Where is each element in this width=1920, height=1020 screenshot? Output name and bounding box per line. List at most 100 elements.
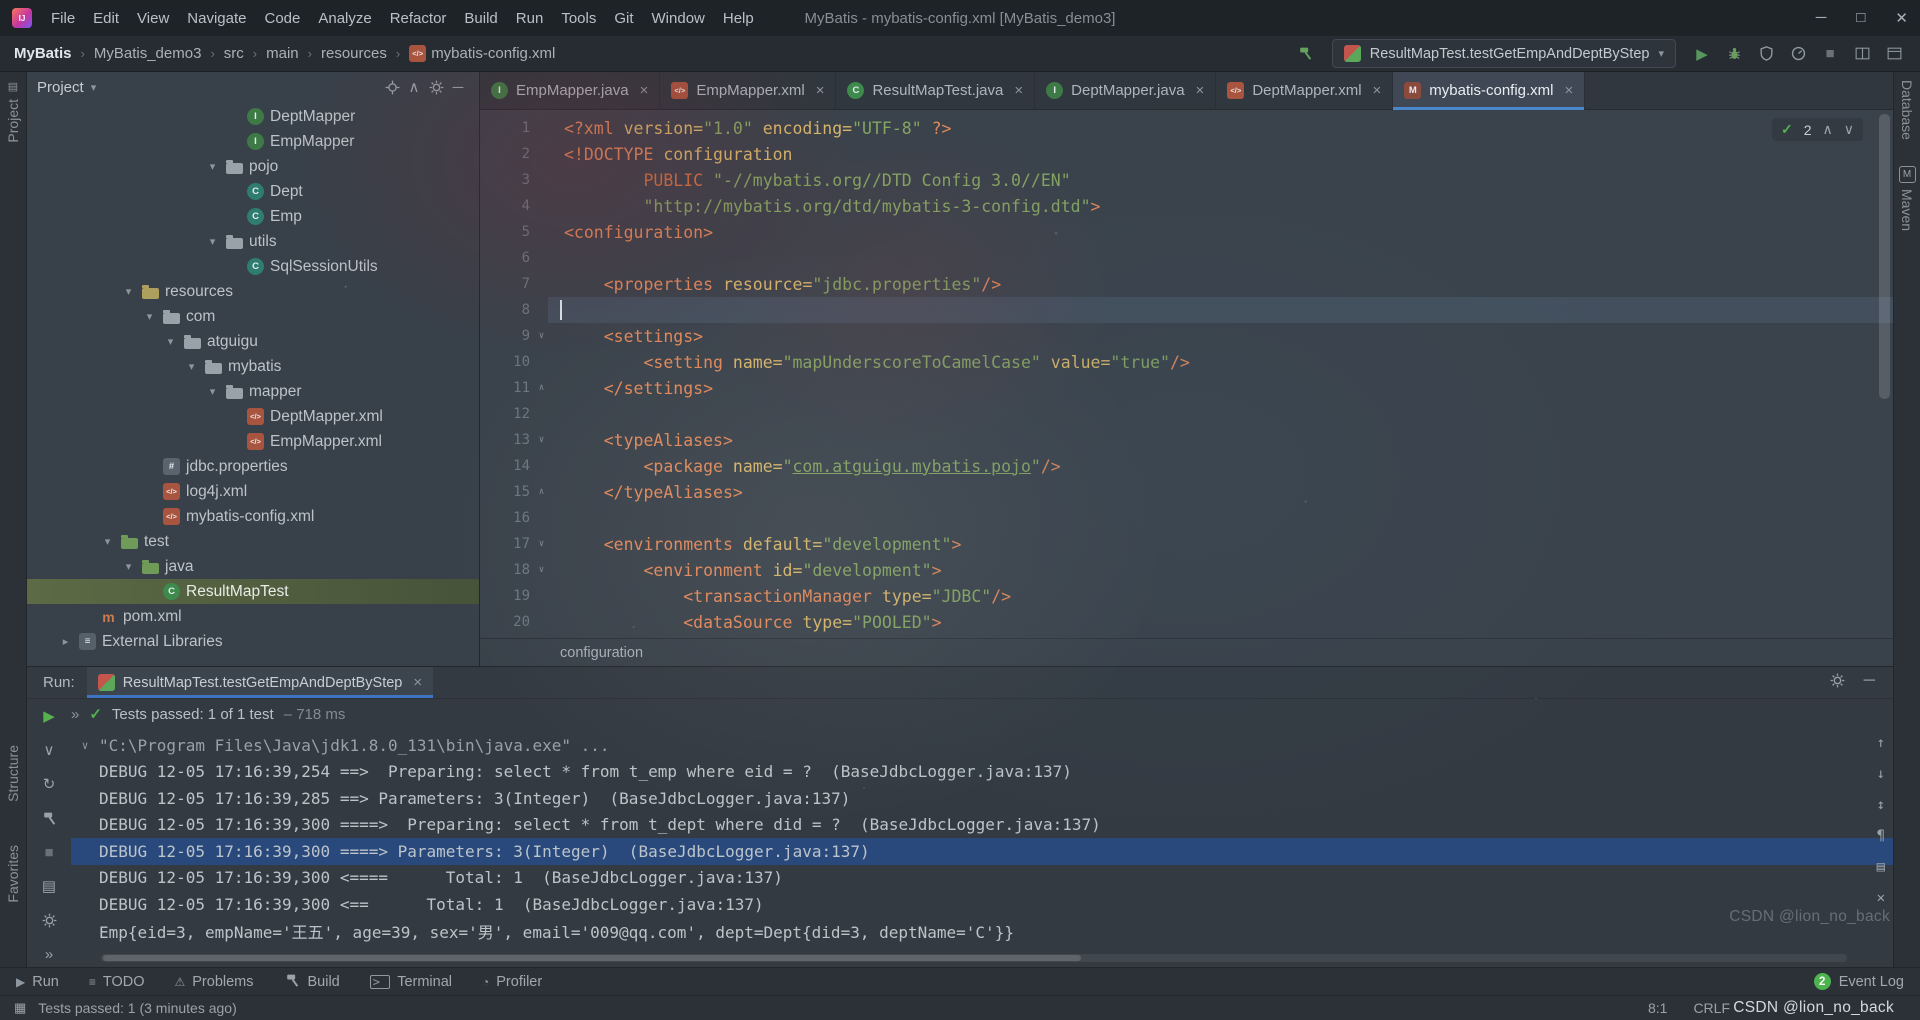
- run-tab[interactable]: ResultMapTest.testGetEmpAndDeptByStep ×: [87, 667, 433, 698]
- tree-item-atguigu[interactable]: ▾atguigu: [27, 329, 479, 354]
- collapse-icon[interactable]: ∧: [403, 75, 425, 99]
- tool-window-button-structure[interactable]: Structure: [5, 745, 21, 802]
- tool-window-button-todo[interactable]: ≡TODO: [89, 972, 145, 992]
- tree-chevron-icon[interactable]: ▾: [205, 385, 220, 398]
- breadcrumb-item-mybatis-config-xml[interactable]: </>mybatis-config.xml: [409, 45, 555, 62]
- menu-refactor[interactable]: Refactor: [381, 6, 456, 31]
- locate-file-icon[interactable]: [381, 75, 403, 99]
- tree-item-pojo[interactable]: ▾pojo: [27, 154, 479, 179]
- tree-item-resources[interactable]: ▾resources: [27, 279, 479, 304]
- tree-item-deptmapper[interactable]: IDeptMapper: [27, 104, 479, 129]
- tree-chevron-icon[interactable]: ▾: [184, 360, 199, 373]
- tool-window-button-profiler[interactable]: ◔Profiler: [482, 972, 542, 992]
- tree-item-external-libraries[interactable]: ▸≡External Libraries: [27, 629, 479, 654]
- tree-item-test[interactable]: ▾test: [27, 529, 479, 554]
- fold-marker-icon[interactable]: ∧: [535, 487, 548, 497]
- close-tab-icon[interactable]: ×: [1196, 82, 1205, 99]
- clear-icon[interactable]: ✕: [1877, 890, 1885, 906]
- tree-item-log4j-xml[interactable]: </>log4j.xml: [27, 479, 479, 504]
- menu-window[interactable]: Window: [643, 6, 714, 31]
- maximize-icon[interactable]: □: [1856, 9, 1865, 27]
- hide-icon[interactable]: ─: [447, 75, 469, 99]
- menu-analyze[interactable]: Analyze: [309, 6, 380, 31]
- refresh-icon[interactable]: ↻: [37, 772, 61, 796]
- close-tab-icon[interactable]: ×: [640, 82, 649, 99]
- editor-tab-empmapper-xml[interactable]: </>EmpMapper.xml×: [660, 72, 836, 109]
- next-inspection-icon[interactable]: ∨: [1844, 121, 1854, 138]
- breadcrumb-item-mybatis-demo3[interactable]: MyBatis_demo3: [94, 45, 202, 62]
- close-icon[interactable]: ×: [413, 674, 422, 691]
- chevron-down-icon[interactable]: ∨: [37, 738, 61, 762]
- fold-chevron-icon[interactable]: ∨: [71, 739, 99, 752]
- fold-marker-icon[interactable]: ∨: [535, 331, 548, 341]
- tree-item-pom-xml[interactable]: mpom.xml: [27, 604, 479, 629]
- tree-item-sqlsessionutils[interactable]: CSqlSessionUtils: [27, 254, 479, 279]
- gear-icon[interactable]: [1829, 672, 1846, 694]
- fold-marker-icon[interactable]: ∨: [535, 539, 548, 549]
- tree-chevron-icon[interactable]: ▾: [163, 335, 178, 348]
- gear-icon[interactable]: [37, 908, 61, 932]
- tree-item-deptmapper-xml[interactable]: </>DeptMapper.xml: [27, 404, 479, 429]
- tool-window-button-build[interactable]: Build: [284, 972, 340, 992]
- minimize-panel-icon[interactable]: ─: [1864, 672, 1875, 694]
- event-log-button[interactable]: 2 Event Log: [1814, 973, 1904, 990]
- tree-chevron-icon[interactable]: ▾: [142, 310, 157, 323]
- menu-git[interactable]: Git: [605, 6, 642, 31]
- console-horizontal-scrollbar[interactable]: [101, 954, 1847, 962]
- menu-help[interactable]: Help: [714, 6, 763, 31]
- tree-item-empmapper-xml[interactable]: </>EmpMapper.xml: [27, 429, 479, 454]
- wrap-icon[interactable]: ¶: [1877, 828, 1885, 844]
- tree-item-jdbc-properties[interactable]: #jdbc.properties: [27, 454, 479, 479]
- fold-marker-icon[interactable]: ∧: [535, 383, 548, 393]
- minimize-icon[interactable]: ─: [1816, 9, 1827, 27]
- list-icon[interactable]: ▤: [1877, 859, 1885, 875]
- up-icon[interactable]: ↑: [1877, 735, 1885, 751]
- editor-tab-empmapper-java[interactable]: IEmpMapper.java×: [480, 72, 660, 109]
- caret-position[interactable]: 8:1: [1648, 1000, 1667, 1016]
- tool-window-button-run[interactable]: ▶Run: [16, 972, 59, 992]
- console-output[interactable]: ∨"C:\Program Files\Java\jdk1.8.0_131\bin…: [71, 729, 1893, 967]
- chevron-down-icon[interactable]: ▾: [91, 81, 97, 94]
- editor-scrollbar[interactable]: [1879, 114, 1890, 399]
- project-panel-title[interactable]: Project: [37, 79, 84, 96]
- more-icon[interactable]: »: [37, 942, 61, 966]
- tree-item-mybatis[interactable]: ▾mybatis: [27, 354, 479, 379]
- editor-code-area[interactable]: ✓ 2 ∧ ∨ 1<?xml version="1.0" encoding="U…: [480, 110, 1893, 638]
- fold-marker-icon[interactable]: ∨: [535, 565, 548, 575]
- inspections-widget[interactable]: ✓ 2 ∧ ∨: [1772, 118, 1863, 141]
- menu-run[interactable]: Run: [507, 6, 553, 31]
- tree-chevron-icon[interactable]: ▾: [205, 160, 220, 173]
- line-separator[interactable]: CRLF: [1693, 1000, 1730, 1016]
- gear-icon[interactable]: [425, 75, 447, 99]
- close-tab-icon[interactable]: ×: [1014, 82, 1023, 99]
- menu-code[interactable]: Code: [255, 6, 309, 31]
- breadcrumb-item-src[interactable]: src: [224, 45, 244, 62]
- close-icon[interactable]: ✕: [1895, 9, 1908, 27]
- close-tab-icon[interactable]: ×: [816, 82, 825, 99]
- tree-item-mapper[interactable]: ▾mapper: [27, 379, 479, 404]
- breadcrumb-item-resources[interactable]: resources: [321, 45, 387, 62]
- editor-tab-deptmapper-xml[interactable]: </>DeptMapper.xml×: [1216, 72, 1393, 109]
- menu-navigate[interactable]: Navigate: [178, 6, 255, 31]
- tree-item-empmapper[interactable]: IEmpMapper: [27, 129, 479, 154]
- editor-tab-mybatis-config-xml[interactable]: Mmybatis-config.xml×: [1393, 72, 1585, 109]
- stop-icon[interactable]: ■: [1818, 42, 1842, 66]
- debug-bug-icon[interactable]: [1722, 42, 1746, 66]
- restore-tool-windows-icon[interactable]: ▦: [14, 1000, 26, 1016]
- tool-window-button-maven[interactable]: M Maven: [1899, 166, 1916, 231]
- tool-window-button-terminal[interactable]: >_Terminal: [370, 972, 452, 992]
- fold-marker-icon[interactable]: ∨: [535, 435, 548, 445]
- tree-item-mybatis-config-xml[interactable]: </>mybatis-config.xml: [27, 504, 479, 529]
- tree-item-utils[interactable]: ▾utils: [27, 229, 479, 254]
- window-layout-icon[interactable]: [1882, 42, 1906, 66]
- project-tree[interactable]: IDeptMapperIEmpMapper▾pojoCDeptCEmp▾util…: [27, 102, 479, 666]
- editor-tab-resultmaptest-java[interactable]: CResultMapTest.java×: [836, 72, 1035, 109]
- tree-item-dept[interactable]: CDept: [27, 179, 479, 204]
- close-tab-icon[interactable]: ×: [1565, 82, 1574, 99]
- prev-inspection-icon[interactable]: ∧: [1823, 121, 1833, 138]
- menu-file[interactable]: File: [42, 6, 84, 31]
- menu-tools[interactable]: Tools: [552, 6, 605, 31]
- pin-icon[interactable]: ▤: [37, 874, 61, 898]
- tree-item-emp[interactable]: CEmp: [27, 204, 479, 229]
- run-icon[interactable]: ▶: [1690, 42, 1714, 66]
